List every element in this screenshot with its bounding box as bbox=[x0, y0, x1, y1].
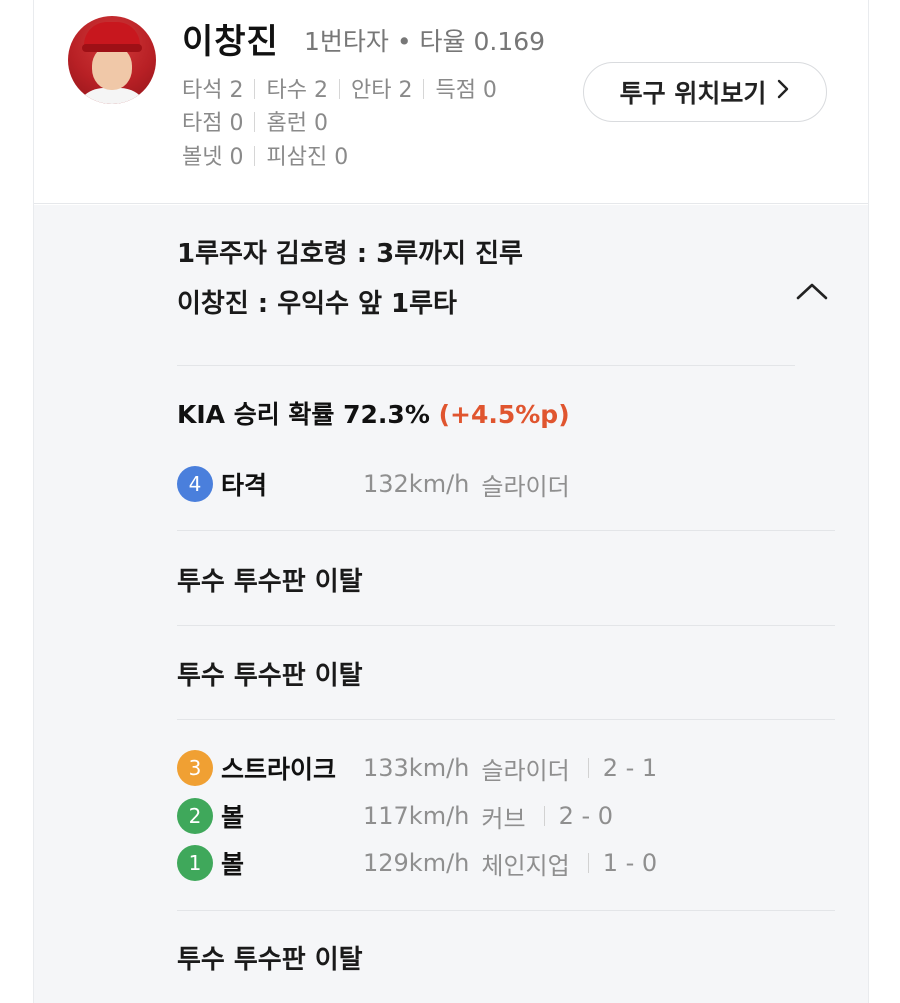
pitch-row: 1 볼 129km/h 체인지업 1 - 0 bbox=[177, 845, 657, 881]
pitch-result: 볼 bbox=[221, 803, 245, 832]
win-probability-text: KIA 승리 확률 72.3% bbox=[177, 400, 430, 429]
win-probability: KIA 승리 확률 72.3% (+4.5%p) bbox=[177, 395, 570, 431]
pickoff-event: 투수 투수판 이탈 bbox=[177, 661, 363, 691]
pitch-speed: 117km/h bbox=[363, 802, 470, 830]
stats-row-1: 타석 2 타수 2 안타 2 득점 0 bbox=[182, 72, 497, 104]
pitch-type: 슬라이더 bbox=[481, 472, 570, 501]
pitch-speed: 132km/h bbox=[363, 470, 470, 498]
pickoff-event: 투수 투수판 이탈 bbox=[177, 567, 363, 597]
pitch-type: 커브 bbox=[481, 804, 526, 833]
stat-hits: 안타 2 bbox=[350, 78, 413, 103]
player-avatar[interactable] bbox=[68, 16, 156, 104]
divider bbox=[177, 625, 835, 626]
pitch-number-badge: 3 bbox=[177, 750, 213, 786]
pitch-row-hit: 4 타격 132km/h 슬라이더 bbox=[177, 466, 570, 502]
ball-strike-count: 2 - 1 bbox=[602, 754, 658, 782]
pickoff-event: 투수 투수판 이탈 bbox=[177, 945, 363, 975]
win-probability-delta: (+4.5%p) bbox=[438, 400, 570, 429]
pitch-number-badge: 2 bbox=[177, 798, 213, 834]
pitch-location-button[interactable]: 투구 위치보기 bbox=[583, 62, 827, 122]
pitch-speed: 133km/h bbox=[363, 754, 470, 782]
stat-strikeouts: 피삼진 0 bbox=[266, 145, 349, 170]
pitch-type: 슬라이더 bbox=[481, 756, 570, 785]
player-subtitle: 1번타자 • 타율 0.169 bbox=[304, 27, 546, 56]
stat-home-runs: 홈런 0 bbox=[266, 111, 328, 136]
play-detail: 1루주자 김호령 : 3루까지 진루 이창진 : 우익수 앞 1루타 KIA 승… bbox=[34, 205, 868, 1003]
pitch-location-label: 투구 위치보기 bbox=[619, 79, 767, 108]
ball-strike-count: 1 - 0 bbox=[602, 849, 658, 877]
stat-at-bats: 타수 2 bbox=[266, 78, 328, 103]
batter-result-text: 이창진 : 우익수 앞 1루타 bbox=[177, 289, 457, 319]
game-relay-panel: 이창진 1번타자 • 타율 0.169 타석 2 타수 2 안타 2 득점 0 타점 … bbox=[33, 0, 869, 1003]
player-name[interactable]: 이창진 bbox=[182, 14, 279, 63]
divider bbox=[177, 530, 835, 531]
pitch-result: 스트라이크 bbox=[221, 755, 337, 784]
stat-runs: 득점 0 bbox=[435, 78, 497, 103]
divider bbox=[177, 910, 835, 911]
divider bbox=[177, 365, 795, 366]
stat-plate-appearances: 타석 2 bbox=[182, 78, 244, 103]
pitch-row: 2 볼 117km/h 커브 2 - 0 bbox=[177, 798, 613, 834]
chevron-right-icon bbox=[776, 78, 790, 106]
pitch-number-badge: 4 bbox=[177, 466, 213, 502]
stats-row-3: 볼넷 0 피삼진 0 bbox=[182, 139, 348, 171]
pitch-result: 볼 bbox=[221, 850, 245, 879]
ball-strike-count: 2 - 0 bbox=[558, 802, 614, 830]
pitch-speed: 129km/h bbox=[363, 849, 470, 877]
stat-rbi: 타점 0 bbox=[182, 111, 244, 136]
pitch-type: 체인지업 bbox=[481, 851, 570, 880]
chevron-up-icon[interactable] bbox=[794, 279, 830, 303]
pitch-row: 3 스트라이크 133km/h 슬라이더 2 - 1 bbox=[177, 750, 657, 786]
stats-row-2: 타점 0 홈런 0 bbox=[182, 105, 328, 137]
pitch-number-badge: 1 bbox=[177, 845, 213, 881]
divider bbox=[177, 719, 835, 720]
runner-advance-text: 1루주자 김호령 : 3루까지 진루 bbox=[177, 239, 523, 269]
stat-walks: 볼넷 0 bbox=[182, 145, 244, 170]
batter-header: 이창진 1번타자 • 타율 0.169 타석 2 타수 2 안타 2 득점 0 타점 … bbox=[34, 0, 868, 204]
pitch-result: 타격 bbox=[221, 471, 268, 500]
